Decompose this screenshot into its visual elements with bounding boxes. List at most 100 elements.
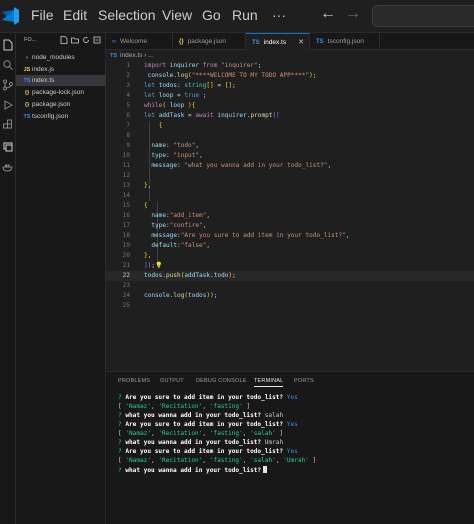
code-line: 3 let todos: string[] = [];	[126, 82, 236, 89]
tree-file-index-ts[interactable]: TSindex.ts	[16, 75, 106, 86]
lightbulb-icon[interactable]: 💡	[155, 262, 163, 269]
code-text: },	[144, 252, 152, 259]
new-folder-icon[interactable]	[71, 36, 79, 44]
code-text: import inquirer from "inquirer";	[144, 62, 262, 69]
code-line: 9 name: "todo",	[126, 142, 200, 149]
code-line: 5 while( loop ){	[126, 102, 196, 109]
new-file-icon[interactable]	[60, 36, 68, 44]
typescript-file-icon: TS	[252, 40, 260, 46]
tab-package-json[interactable]: {} package.json	[173, 33, 246, 50]
tree-file-package-lock-json[interactable]: {} package-lock.json	[16, 87, 106, 98]
code-text: console.log("****WELCOME TO MY TODO APP*…	[147, 72, 317, 79]
tree-file-tsconfig-json[interactable]: TStsconfig.json	[16, 111, 106, 122]
code-line: 21]);💡	[122, 262, 163, 269]
terminal-line: ? what you wanna add in your todo_list?	[118, 466, 268, 475]
chevron-right-icon: ›	[26, 55, 28, 61]
terminal-line: [ 'Namaz', 'Recitation', 'fasting', 'sal…	[118, 457, 317, 464]
source-control-icon[interactable]	[2, 79, 14, 91]
tab-label: Welcome	[120, 38, 147, 45]
explorer-icon[interactable]	[2, 39, 14, 51]
code-line: 24 console.log(todos));	[122, 292, 218, 299]
tree-file-package-json[interactable]: {} package.json	[16, 99, 106, 110]
code-text: type: "input",	[151, 152, 203, 159]
code-line: 8	[126, 132, 130, 139]
code-text: while( loop ){	[144, 102, 196, 109]
tab-tsconfig-json[interactable]: TS tsconfig.json	[310, 33, 380, 50]
code-line: 10 type: "input",	[122, 152, 203, 159]
code-line: 11 message: "what you wanna add in your …	[122, 162, 332, 169]
back-arrow-icon[interactable]: ←	[320, 5, 336, 23]
explorer-folder-title[interactable]: FO...	[24, 37, 36, 43]
tab-problems[interactable]: PROBLEMS	[118, 378, 150, 384]
menu-view[interactable]: View	[162, 7, 192, 23]
typescript-file-icon: TS	[23, 78, 31, 84]
activity-bar	[0, 33, 16, 524]
menu-run[interactable]: Run	[232, 7, 258, 23]
tab-welcome[interactable]: ‹› Welcome	[106, 33, 173, 50]
refresh-icon[interactable]	[82, 36, 90, 44]
code-line: 14	[122, 192, 130, 199]
code-line: 7 {	[126, 122, 163, 129]
terminal-line: [ 'Namaz', 'Recitation', 'fasting' ]	[118, 403, 251, 410]
code-line: 25	[122, 302, 130, 309]
tsconfig-file-icon: TS	[23, 114, 31, 120]
typescript-file-icon: TS	[110, 53, 118, 59]
vscode-logo-icon	[2, 7, 19, 25]
run-debug-icon[interactable]	[2, 99, 14, 111]
json-file-icon: {}	[24, 90, 30, 96]
code-text: message: "what you wanna add in your tod…	[151, 162, 332, 169]
close-icon[interactable]: ✕	[298, 34, 304, 51]
menu-selection[interactable]: Selection	[98, 7, 156, 23]
code-line: 23	[122, 282, 130, 289]
code-text: default:"false",	[151, 242, 211, 249]
tree-file-index-js[interactable]: JS index.js	[16, 64, 106, 75]
code-text: let loop = true ;	[144, 92, 207, 99]
code-text: let todos: string[] = [];	[144, 82, 236, 89]
code-text: todos.push(addTask.todo);	[144, 272, 236, 279]
menu-more[interactable]: ···	[272, 7, 286, 23]
code-text: name: "todo",	[151, 142, 200, 149]
command-center-search[interactable]	[372, 5, 474, 27]
search-icon[interactable]	[2, 59, 14, 71]
file-label: tsconfig.json	[32, 113, 69, 120]
code-line: 4 let loop = true ;	[126, 92, 207, 99]
breadcrumb: TS index.ts › ...	[110, 51, 154, 61]
vscode-tab-icon: ‹›	[112, 39, 116, 45]
tab-debug-console[interactable]: DEBUG CONSOLE	[196, 378, 247, 384]
terminal-line: ? Are you sure to add item in your todo_…	[118, 394, 298, 401]
code-line: 20},	[122, 252, 152, 259]
code-line: 15{	[122, 202, 148, 209]
remote-explorer-icon[interactable]	[2, 141, 14, 153]
explorer-header: FO...	[16, 33, 106, 49]
menu-file[interactable]: File	[31, 7, 54, 23]
code-text: console.log(todos));	[144, 292, 218, 299]
menu-edit[interactable]: Edit	[63, 7, 87, 23]
collapse-all-icon[interactable]	[93, 36, 101, 44]
terminal-line: ? what you wanna add in your todo_list? …	[118, 439, 284, 446]
tab-output[interactable]: OUTPUT	[160, 378, 184, 384]
json-file-icon: {}	[24, 102, 30, 108]
json-file-icon: {}	[179, 39, 184, 45]
code-editor[interactable]: 1 import inquirer from "inquirer"; 2 cons…	[106, 61, 474, 371]
tab-ports[interactable]: PORTS	[294, 378, 314, 384]
code-line: 18 message:"Are you sure to add item in …	[122, 232, 350, 239]
tab-index-ts[interactable]: TS index.ts ✕	[246, 33, 310, 50]
breadcrumb-file[interactable]: index.ts	[120, 52, 142, 59]
tab-terminal[interactable]: TERMINAL	[254, 378, 284, 387]
menu-go[interactable]: Go	[202, 7, 221, 23]
terminal-line: ? what you wanna add in your todo_list? …	[118, 412, 284, 419]
tree-folder-node-modules[interactable]: › node_modules	[16, 52, 106, 63]
file-label: index.ts	[32, 77, 55, 84]
docker-icon[interactable]	[2, 161, 14, 173]
code-text: },	[144, 182, 152, 189]
file-label: node_modules	[32, 54, 75, 61]
code-line-current: 22 todos.push(addTask.todo);	[106, 271, 474, 281]
extensions-icon[interactable]	[2, 119, 14, 131]
terminal-line: ? Are you sure to add item in your todo_…	[118, 421, 298, 428]
file-label: package-lock.json	[32, 89, 85, 96]
forward-arrow-icon[interactable]: →	[345, 5, 361, 23]
code-text: ]);💡	[144, 262, 163, 269]
breadcrumb-symbol[interactable]: ...	[148, 52, 153, 59]
tab-label: package.json	[187, 38, 226, 45]
title-bar: File Edit Selection View Go Run ··· ← →	[0, 0, 474, 33]
